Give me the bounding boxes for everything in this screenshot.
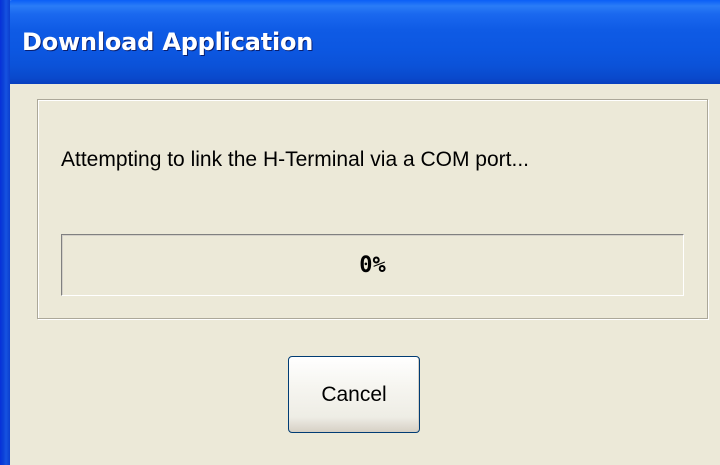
progress-percent-label: 0% (359, 252, 386, 278)
title-bar[interactable]: Download Application (0, 0, 720, 84)
cancel-button[interactable]: Cancel (288, 356, 420, 433)
download-application-dialog: Download Application Attempting to link … (0, 0, 720, 465)
dialog-content: Attempting to link the H-Terminal via a … (10, 84, 720, 465)
progress-bar: 0% (61, 234, 684, 296)
window-title: Download Application (22, 28, 314, 56)
status-message: Attempting to link the H-Terminal via a … (61, 148, 529, 171)
window-frame-left (0, 0, 10, 465)
status-groupbox: Attempting to link the H-Terminal via a … (37, 99, 708, 319)
